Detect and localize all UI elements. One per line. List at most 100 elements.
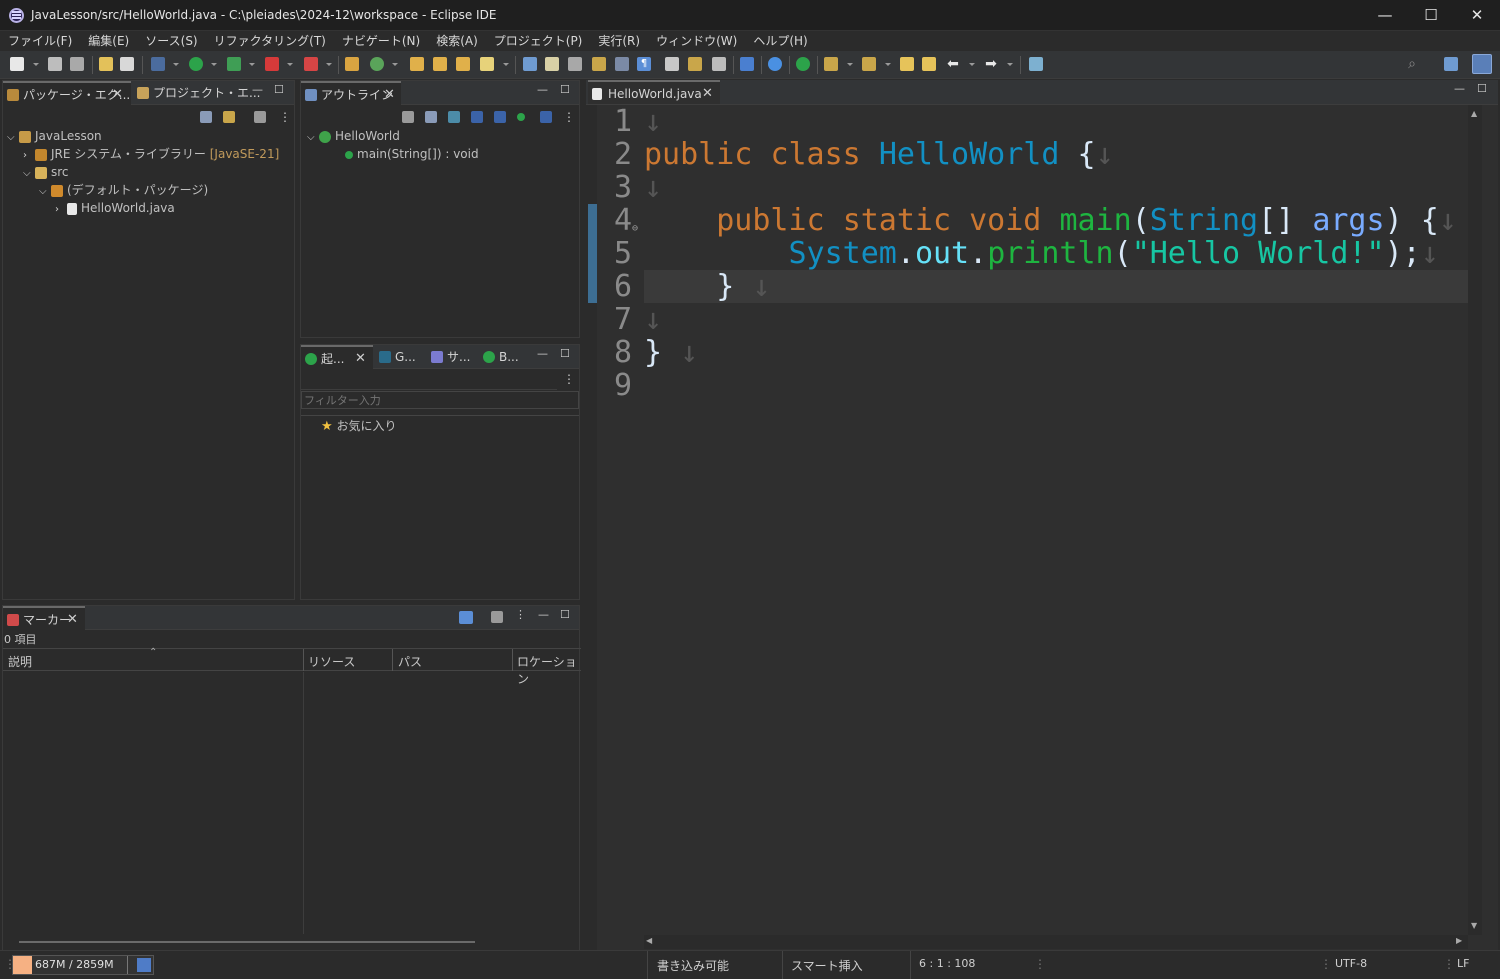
tab-project-explorer[interactable]: プロジェクト・エ...: [133, 81, 261, 105]
line-ending-status[interactable]: LF: [1457, 957, 1469, 970]
collapse-all-icon[interactable]: [200, 111, 212, 123]
menu-navigate[interactable]: ナビゲート(N): [334, 31, 428, 51]
close-window-button[interactable]: ✕: [1454, 0, 1500, 31]
drag-handle-icon[interactable]: ⋮: [1320, 957, 1332, 971]
outline-item-class[interactable]: ⌵ HelloWorld: [307, 127, 400, 145]
tab-helloworld-java[interactable]: HelloWorld.java ✕: [588, 80, 720, 104]
menu-file[interactable]: ファイル(F): [0, 31, 80, 51]
minimize-panel-icon[interactable]: —: [537, 83, 548, 96]
hide-static-icon[interactable]: [471, 111, 483, 123]
new-class-icon[interactable]: [370, 57, 384, 71]
tree-item-helloworld-java[interactable]: › HelloWorld.java: [55, 199, 175, 217]
configure-icon[interactable]: [491, 611, 503, 623]
view-menu-icon[interactable]: ⋮: [563, 111, 575, 123]
toggle-block-selection-icon[interactable]: [568, 57, 582, 71]
debug-icon[interactable]: [151, 57, 165, 71]
next-edit-icon[interactable]: [824, 57, 838, 71]
forward-location-icon[interactable]: [922, 57, 936, 71]
tree-item-jre-library[interactable]: › JRE システム・ライブラリー [JavaSE-21]: [23, 145, 279, 163]
chevron-right-icon[interactable]: ›: [55, 201, 67, 219]
hide-nonpublic-icon[interactable]: [494, 111, 506, 123]
tab-boot[interactable]: B...: [479, 345, 529, 369]
tree-item-src-folder[interactable]: ⌵ src: [23, 163, 69, 181]
toggle-mark-occurrences-icon[interactable]: [545, 57, 559, 71]
column-path[interactable]: パス: [398, 653, 422, 670]
new-dropdown-icon[interactable]: [33, 63, 39, 66]
search-tool-icon[interactable]: [480, 57, 494, 71]
next-annotation-icon[interactable]: [665, 57, 679, 71]
close-icon[interactable]: ✕: [112, 83, 123, 107]
last-edit-icon[interactable]: [712, 57, 726, 71]
chevron-down-icon[interactable]: ⌵: [23, 165, 35, 183]
view-menu-icon[interactable]: ⋮: [515, 608, 526, 621]
scroll-up-icon[interactable]: ▲: [1471, 109, 1477, 118]
minimize-panel-icon[interactable]: —: [252, 83, 263, 96]
window-icon[interactable]: [740, 57, 754, 71]
search-icon[interactable]: ⌕: [1405, 57, 1419, 71]
menu-help[interactable]: ヘルプ(H): [745, 31, 815, 51]
maximize-panel-icon[interactable]: ☐: [274, 83, 284, 96]
menu-refactor[interactable]: リファクタリング(T): [206, 31, 334, 51]
minimize-button[interactable]: —: [1362, 0, 1408, 31]
new-java-project-icon[interactable]: [345, 57, 359, 71]
minimize-panel-icon[interactable]: —: [538, 608, 549, 621]
external-tools-icon[interactable]: [304, 57, 318, 71]
vertical-scrollbar[interactable]: ▲ ▼: [1468, 105, 1482, 935]
chevron-down-icon[interactable]: ⌵: [307, 129, 319, 147]
menu-edit[interactable]: 編集(E): [80, 31, 137, 51]
run-coverage-icon[interactable]: [227, 57, 241, 71]
filters-icon[interactable]: [254, 111, 266, 123]
drag-handle-icon[interactable]: ⋮: [1443, 957, 1455, 971]
minimize-panel-icon[interactable]: —: [537, 347, 548, 360]
scrollbar-thumb[interactable]: [19, 941, 475, 943]
menu-project[interactable]: プロジェクト(P): [486, 31, 591, 51]
menu-source[interactable]: ソース(S): [137, 31, 205, 51]
save-all-icon[interactable]: [70, 57, 84, 71]
perspective-icon[interactable]: [1029, 57, 1043, 71]
toggle-breadcrumb-icon[interactable]: [592, 57, 606, 71]
open-task-icon[interactable]: [433, 57, 447, 71]
tab-package-explorer[interactable]: パッケージ・エク... ✕: [3, 81, 131, 105]
open-perspective-icon[interactable]: [1444, 57, 1458, 71]
close-icon[interactable]: ✕: [67, 608, 78, 632]
new-icon[interactable]: [10, 57, 24, 71]
link-icon[interactable]: [540, 111, 552, 123]
save-icon[interactable]: [48, 57, 62, 71]
column-description[interactable]: 説明: [8, 653, 32, 670]
drag-handle-icon[interactable]: ⋮: [1034, 957, 1046, 971]
view-menu-icon[interactable]: ⋮: [279, 111, 291, 123]
horizontal-scrollbar[interactable]: [3, 934, 579, 950]
maximize-panel-icon[interactable]: ☐: [560, 83, 570, 96]
prev-edit-icon[interactable]: [862, 57, 876, 71]
menu-search[interactable]: 検索(A): [428, 31, 486, 51]
collapse-all-icon[interactable]: [425, 111, 437, 123]
column-resource[interactable]: リソース: [308, 653, 355, 670]
hide-fields-icon[interactable]: [448, 111, 460, 123]
run-icon[interactable]: [189, 57, 203, 71]
hide-local-types-icon[interactable]: [517, 113, 525, 121]
toggle-ant-icon[interactable]: [523, 57, 537, 71]
sort-icon[interactable]: [402, 111, 414, 123]
tree-item-java-project[interactable]: ⌵ JavaLesson: [7, 127, 102, 145]
maximize-button[interactable]: ☐: [1408, 0, 1454, 31]
garbage-collect-icon[interactable]: [137, 958, 151, 972]
column-location[interactable]: ロケーション: [517, 653, 581, 687]
chevron-down-icon[interactable]: ⌵: [7, 129, 19, 147]
tab-outline[interactable]: アウトライン ✕: [301, 81, 401, 105]
scroll-down-icon[interactable]: ▼: [1471, 921, 1477, 930]
undo-icon[interactable]: [99, 57, 113, 71]
link-with-editor-icon[interactable]: [223, 111, 235, 123]
horizontal-scrollbar[interactable]: ◀ ▶: [644, 935, 1468, 949]
menu-window[interactable]: ウィンドウ(W): [648, 31, 745, 51]
tab-launch[interactable]: 起... ✕: [301, 345, 373, 369]
encoding-status[interactable]: UTF-8: [1335, 957, 1367, 970]
heap-status[interactable]: 687M / 2859M: [12, 955, 154, 975]
scroll-left-icon[interactable]: ◀: [646, 936, 652, 945]
outline-item-method[interactable]: main(String[]) : void: [345, 145, 479, 163]
toggle-word-wrap-icon[interactable]: [615, 57, 629, 71]
open-type-icon[interactable]: [410, 57, 424, 71]
java-perspective-icon[interactable]: [1472, 54, 1492, 74]
maximize-panel-icon[interactable]: ☐: [560, 347, 570, 360]
stop-icon[interactable]: [265, 57, 279, 71]
scroll-right-icon[interactable]: ▶: [1456, 936, 1462, 945]
